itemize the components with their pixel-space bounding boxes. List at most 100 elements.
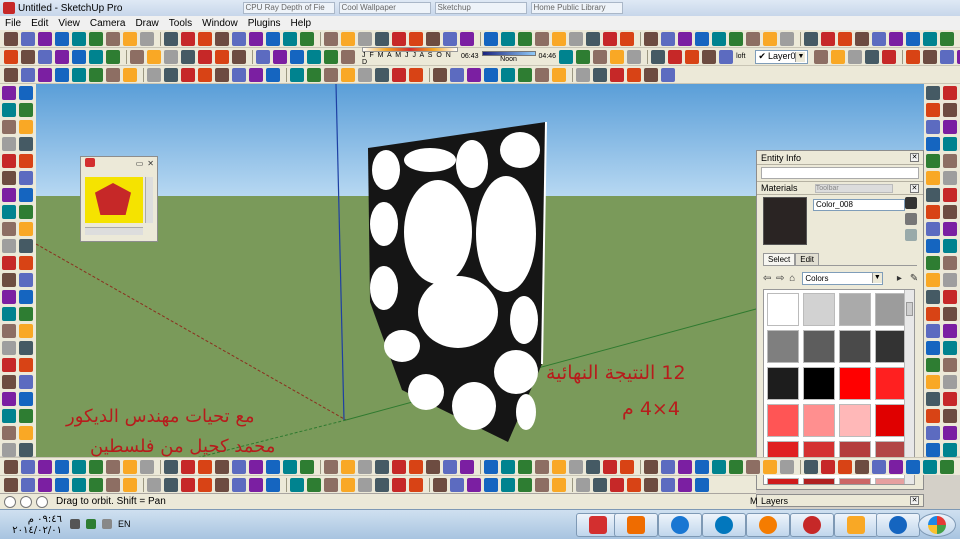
toolbar-tool-icon[interactable] — [872, 459, 886, 474]
toolbar-tool-icon[interactable] — [19, 86, 33, 100]
toolbar-tool-icon[interactable] — [232, 67, 246, 82]
toolbar-tool-icon[interactable] — [906, 31, 920, 46]
toolbar-tool-icon[interactable] — [712, 459, 726, 474]
toolbar-tool-icon[interactable] — [19, 171, 33, 185]
toolbar-tool-icon[interactable] — [926, 409, 940, 423]
toolbar-tool-icon[interactable] — [610, 477, 624, 492]
toolbar-tool-icon[interactable] — [661, 477, 675, 492]
toolbar-tool-icon[interactable] — [467, 477, 481, 492]
toolbar-tool-icon[interactable] — [821, 31, 835, 46]
toolbar-tool-icon[interactable] — [19, 137, 33, 151]
toolbar-tool-icon[interactable] — [644, 31, 658, 46]
material-name-field[interactable]: Color_008 — [813, 199, 905, 211]
toolbar-tool-icon[interactable] — [926, 171, 940, 185]
geo-location-icon[interactable] — [4, 495, 16, 508]
toolbar-tool-icon[interactable] — [2, 154, 16, 168]
toolbar-tool-icon[interactable] — [426, 31, 440, 46]
toolbar-tool-icon[interactable] — [2, 443, 16, 457]
menu-view[interactable]: View — [53, 18, 85, 29]
toolbar-tool-icon[interactable] — [943, 307, 957, 321]
toolbar-tool-icon[interactable] — [2, 392, 16, 406]
toolbar-tool-icon[interactable] — [232, 31, 246, 46]
toolbar-tool-icon[interactable] — [668, 49, 683, 64]
toolbar-tool-icon[interactable] — [763, 31, 777, 46]
toolbar-tool-icon[interactable] — [620, 31, 634, 46]
taskbar-app-film[interactable] — [702, 513, 746, 537]
menu-edit[interactable]: Edit — [26, 18, 53, 29]
toolbar-tool-icon[interactable] — [358, 31, 372, 46]
toolbar-tool-icon[interactable] — [2, 86, 16, 100]
chevron-down-icon[interactable]: ▼ — [871, 273, 882, 283]
toolbar-tool-icon[interactable] — [685, 49, 700, 64]
toolbar-tool-icon[interactable] — [586, 31, 600, 46]
toolbar-tool-icon[interactable] — [4, 31, 18, 46]
toolbar-tool-icon[interactable] — [123, 31, 137, 46]
toolbar-tool-icon[interactable] — [484, 477, 498, 492]
toolbar-tool-icon[interactable] — [926, 222, 940, 236]
toolbar-tool-icon[interactable] — [926, 103, 940, 117]
toolbar-tool-icon[interactable] — [923, 31, 937, 46]
start-button[interactable] — [918, 513, 956, 537]
toolbar-tool-icon[interactable] — [324, 477, 338, 492]
credits-icon[interactable] — [20, 495, 32, 508]
tab-edit[interactable]: Edit — [795, 253, 820, 265]
toolbar-tool-icon[interactable] — [926, 137, 940, 151]
toolbar-tool-icon[interactable] — [940, 459, 954, 474]
toolbar-tool-icon[interactable] — [569, 459, 583, 474]
menu-draw[interactable]: Draw — [130, 18, 163, 29]
toolbar-tool-icon[interactable] — [106, 459, 120, 474]
toolbar-tool-icon[interactable] — [123, 459, 137, 474]
toolbar-tool-icon[interactable] — [392, 459, 406, 474]
toolbar-tool-icon[interactable] — [923, 49, 938, 64]
toolbar-tool-icon[interactable] — [89, 31, 103, 46]
close-icon[interactable]: ✕ — [910, 153, 919, 162]
toolbar-tool-icon[interactable] — [249, 477, 263, 492]
toolbar-tool-icon[interactable] — [341, 477, 355, 492]
toolbar-tool-icon[interactable] — [443, 459, 457, 474]
toolbar-tool-icon[interactable] — [926, 188, 940, 202]
material-swatch[interactable] — [875, 330, 907, 363]
toolbar-tool-icon[interactable] — [341, 459, 355, 474]
toolbar-tool-icon[interactable] — [926, 290, 940, 304]
toolbar-tool-icon[interactable] — [2, 358, 16, 372]
toolbar-tool-icon[interactable] — [943, 120, 957, 134]
browser-tab[interactable]: Sketchup — [434, 2, 527, 14]
toolbar-tool-icon[interactable] — [72, 49, 86, 64]
toolbar-tool-icon[interactable] — [19, 358, 33, 372]
scroll-thumb[interactable] — [906, 302, 913, 316]
toolbar-tool-icon[interactable] — [593, 67, 607, 82]
toolbar-tool-icon[interactable] — [460, 31, 474, 46]
toolbar-tool-icon[interactable] — [215, 49, 229, 64]
toolbar-tool-icon[interactable] — [232, 49, 246, 64]
close-icon[interactable]: ✕ — [147, 159, 154, 168]
toolbar-tool-icon[interactable] — [906, 459, 920, 474]
toolbar-tool-icon[interactable] — [943, 375, 957, 389]
network-icon[interactable] — [70, 519, 80, 529]
toolbar-tool-icon[interactable] — [926, 154, 940, 168]
toolbar-tool-icon[interactable] — [926, 307, 940, 321]
toolbar-tool-icon[interactable] — [882, 49, 897, 64]
toolbar-tool-icon[interactable] — [943, 392, 957, 406]
material-swatch[interactable] — [839, 293, 871, 326]
toolbar-tool-icon[interactable] — [392, 67, 406, 82]
toolbar-tool-icon[interactable] — [181, 459, 195, 474]
toolbar-tool-icon[interactable] — [467, 67, 481, 82]
toolbar-tool-icon[interactable] — [576, 67, 590, 82]
toolbar-tool-icon[interactable] — [780, 31, 794, 46]
toolbar-tool-icon[interactable] — [926, 120, 940, 134]
toolbar-tool-icon[interactable] — [702, 49, 717, 64]
toolbar-tool-icon[interactable] — [746, 459, 760, 474]
toolbar-tool-icon[interactable] — [535, 67, 549, 82]
toolbar-tool-icon[interactable] — [307, 49, 321, 64]
toolbar-tool-icon[interactable] — [89, 459, 103, 474]
toolbar-tool-icon[interactable] — [2, 307, 16, 321]
toolbar-tool-icon[interactable] — [678, 31, 692, 46]
shadow-date-widget[interactable]: J F M A M J J A S O N D — [362, 47, 458, 66]
toolbar-tool-icon[interactable] — [358, 67, 372, 82]
toolbar-tool-icon[interactable] — [943, 256, 957, 270]
material-swatch[interactable] — [839, 404, 871, 437]
toolbar-tool-icon[interactable] — [19, 256, 33, 270]
toolbar-tool-icon[interactable] — [215, 477, 229, 492]
toolbar-tool-icon[interactable] — [21, 67, 35, 82]
toolbar-tool-icon[interactable] — [409, 477, 423, 492]
